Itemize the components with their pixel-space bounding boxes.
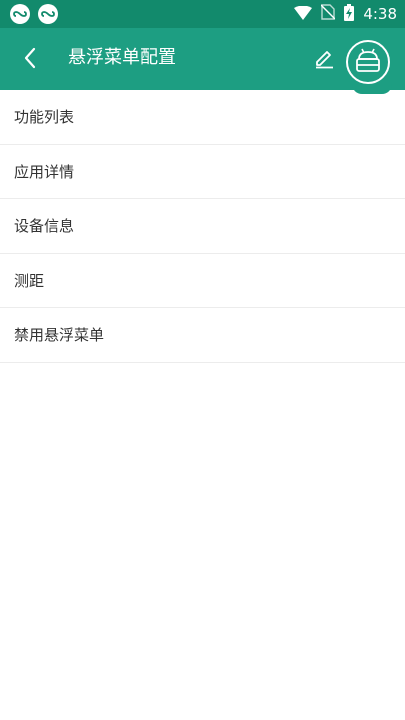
cloud-sync-icon [10,4,30,24]
battery-charging-icon [344,3,355,25]
wifi-icon [294,5,313,24]
edit-button[interactable] [310,46,338,74]
page-title: 悬浮菜单配置 [68,47,176,68]
floating-menu-button[interactable] [346,40,390,84]
status-right: 4:38 [294,3,397,25]
status-left [10,4,58,24]
menu-item-disable-floating-menu[interactable]: 禁用悬浮菜单 [0,308,405,363]
status-bar: 4:38 [0,0,405,28]
menu-list: 功能列表 应用详情 设备信息 测距 禁用悬浮菜单 [0,90,405,363]
chevron-left-icon [23,47,37,73]
clock: 4:38 [363,5,397,23]
menu-item-app-details[interactable]: 应用详情 [0,145,405,199]
pencil-icon [313,47,335,73]
no-sim-icon [320,4,336,24]
cloud-sync-icon [38,4,58,24]
menu-item-device-info[interactable]: 设备信息 [0,199,405,254]
menu-item-measure-distance[interactable]: 测距 [0,254,405,308]
back-button[interactable] [12,42,48,78]
toolbar: 悬浮菜单配置 [0,28,405,90]
android-robot-icon [354,47,382,77]
menu-item-function-list[interactable]: 功能列表 [0,90,405,145]
